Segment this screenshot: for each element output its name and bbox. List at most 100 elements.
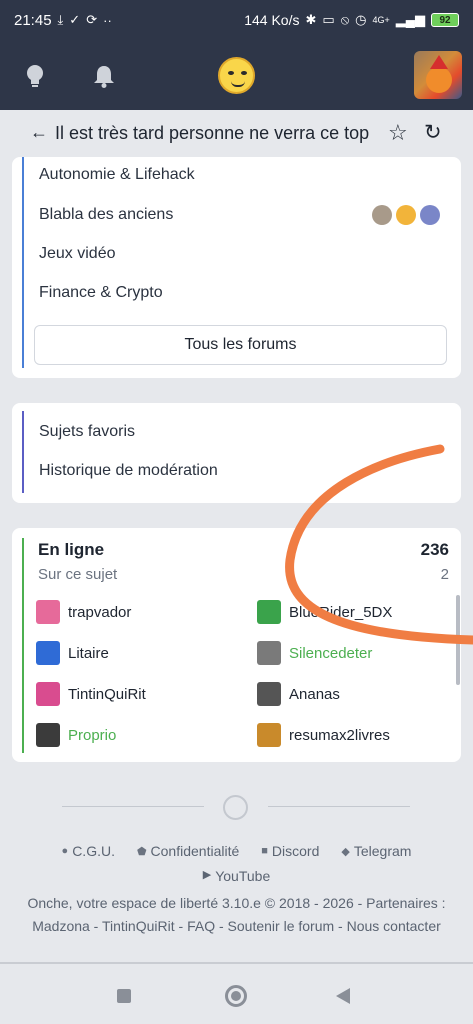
vibrate-icon: ▭: [322, 12, 335, 27]
topic-title: Il est très tard personne ne verra ce to…: [55, 123, 370, 143]
online-title: En ligne: [38, 540, 105, 559]
topic-header: ← Il est très tard personne ne verra ce …: [0, 110, 473, 156]
online-user-name: Ananas: [289, 685, 340, 703]
moderation-history-link[interactable]: Historique de modération: [39, 462, 218, 480]
footer-partner-link[interactable]: FAQ: [187, 918, 215, 934]
on-topic-count: 2: [440, 566, 449, 583]
download-icon: ⤓: [57, 12, 64, 27]
telegram-link[interactable]: ◆ Telegram: [341, 843, 411, 859]
shield-icon: ⬟: [136, 845, 147, 858]
footer-divider: [268, 806, 410, 807]
forum-link-autonomie[interactable]: Autonomie & Lifehack: [39, 166, 195, 184]
footer-partner-link[interactable]: Madzona: [32, 918, 90, 934]
status-time: 21:45: [14, 11, 52, 29]
scrollbar[interactable]: [456, 595, 460, 685]
footer-bottom-border: [0, 962, 473, 964]
footer-partners: Madzona - TintinQuiRit - FAQ - Soutenir …: [0, 915, 473, 938]
sync-icon: ⟳: [86, 12, 98, 27]
avatar[interactable]: [420, 205, 440, 225]
battery-icon: 92: [431, 13, 459, 27]
forum-link-blabla[interactable]: Blabla des anciens: [39, 206, 173, 224]
home-button[interactable]: [225, 985, 247, 1007]
online-user-name: TintinQuiRit: [68, 685, 146, 703]
on-topic-label: Sur ce sujet: [38, 566, 118, 583]
avatar: [257, 723, 281, 747]
online-user[interactable]: TintinQuiRit: [36, 682, 146, 706]
bell-icon[interactable]: [93, 64, 115, 88]
online-user-name: Silencedeter: [289, 644, 373, 662]
back-arrow-icon[interactable]: ←: [30, 122, 48, 143]
avatar: [36, 682, 60, 706]
telegram-icon: ◆: [341, 845, 350, 858]
discord-icon: ■: [261, 845, 268, 857]
network-speed: 144 Ko/s: [244, 12, 300, 28]
separator: -: [174, 918, 188, 934]
back-button[interactable]: [336, 988, 350, 1004]
avatar: [257, 682, 281, 706]
favorite-topics-link[interactable]: Sujets favoris: [39, 423, 135, 441]
user-avatar[interactable]: [414, 51, 462, 99]
footer-text: Onche, votre espace de liberté 3.10.e © …: [0, 892, 473, 938]
online-user[interactable]: Proprio: [36, 723, 116, 747]
online-user-name: BlueRider_5DX: [289, 603, 393, 621]
avatar: [257, 641, 281, 665]
forum-link-jeux-video[interactable]: Jeux vidéo: [39, 245, 116, 263]
forum-active-avatars: [372, 205, 440, 225]
online-user[interactable]: BlueRider_5DX: [257, 600, 392, 624]
forums-accent-bar: [22, 157, 24, 368]
footer-links: ● C.G.U. ⬟ Confidentialité ■ Discord ◆ Teleg…: [0, 843, 473, 859]
footer-partner-link[interactable]: TintinQuiRit: [102, 918, 175, 934]
mute-icon: ⦸: [340, 12, 350, 27]
forum-link-finance[interactable]: Finance & Crypto: [39, 284, 163, 302]
online-user-name: resumax2livres: [289, 726, 390, 744]
forums-card: Autonomie & Lifehack Blabla des anciens …: [12, 157, 461, 378]
online-user[interactable]: Litaire: [36, 641, 109, 665]
online-user-name: trapvador: [68, 603, 132, 621]
more-icon: ··: [103, 12, 112, 28]
footer-partner-link[interactable]: Nous contacter: [347, 918, 441, 934]
status-bar: 21:45 ⤓ ✓ ⟳ ·· 144 Ko/s ✱ ▭ ⦸ ◷ 4G+ ▂▄▆ …: [0, 0, 473, 40]
discord-link[interactable]: ■ Discord: [261, 843, 319, 859]
check-icon: ✓: [69, 12, 81, 27]
separator: -: [89, 918, 102, 934]
shortcuts-card: Sujets favoris Historique de modération: [12, 403, 461, 503]
online-user[interactable]: Ananas: [257, 682, 340, 706]
separator: -: [334, 918, 347, 934]
favorite-star-icon[interactable]: ☆: [388, 120, 408, 146]
lightbulb-icon[interactable]: [24, 64, 46, 88]
alarm-icon: ◷: [355, 12, 367, 27]
footer-divider: [62, 806, 204, 807]
network-type: 4G+: [372, 15, 390, 25]
avatar: [257, 600, 281, 624]
online-user-name: Litaire: [68, 644, 109, 662]
privacy-link[interactable]: ⬟ Confidentialité: [137, 843, 239, 859]
avatar: [36, 641, 60, 665]
footer-smiley-icon: [223, 795, 248, 820]
telegram-link-label: Telegram: [353, 843, 412, 859]
cgu-link-label: C.G.U.: [72, 843, 115, 859]
shortcuts-accent-bar: [22, 411, 24, 493]
separator: -: [215, 918, 228, 934]
cgu-link[interactable]: ● C.G.U.: [62, 843, 115, 859]
footer-copyright: Onche, votre espace de liberté 3.10.e © …: [27, 895, 446, 911]
logo-smiley-icon[interactable]: [218, 57, 255, 94]
privacy-link-label: Confidentialité: [150, 843, 240, 859]
all-forums-button[interactable]: Tous les forums: [34, 325, 447, 365]
online-user[interactable]: Silencedeter: [257, 641, 372, 665]
info-icon: ●: [61, 845, 69, 857]
avatar: [36, 600, 60, 624]
signal-icon: ▂▄▆: [395, 12, 425, 27]
footer-partner-link[interactable]: Soutenir le forum: [228, 918, 335, 934]
avatar[interactable]: [396, 205, 416, 225]
youtube-link[interactable]: ▶ YouTube: [0, 868, 473, 884]
recents-button[interactable]: [117, 989, 131, 1003]
online-user[interactable]: resumax2livres: [257, 723, 390, 747]
app-header: [0, 40, 473, 110]
avatar[interactable]: [372, 205, 392, 225]
refresh-icon[interactable]: ↻: [424, 120, 442, 145]
online-user[interactable]: trapvador: [36, 600, 131, 624]
discord-link-label: Discord: [271, 843, 320, 859]
system-nav-bar: [0, 966, 473, 1024]
online-accent-bar: [22, 538, 24, 753]
online-card: En ligne 236 Sur ce sujet 2 trapvador Blu…: [12, 528, 461, 762]
